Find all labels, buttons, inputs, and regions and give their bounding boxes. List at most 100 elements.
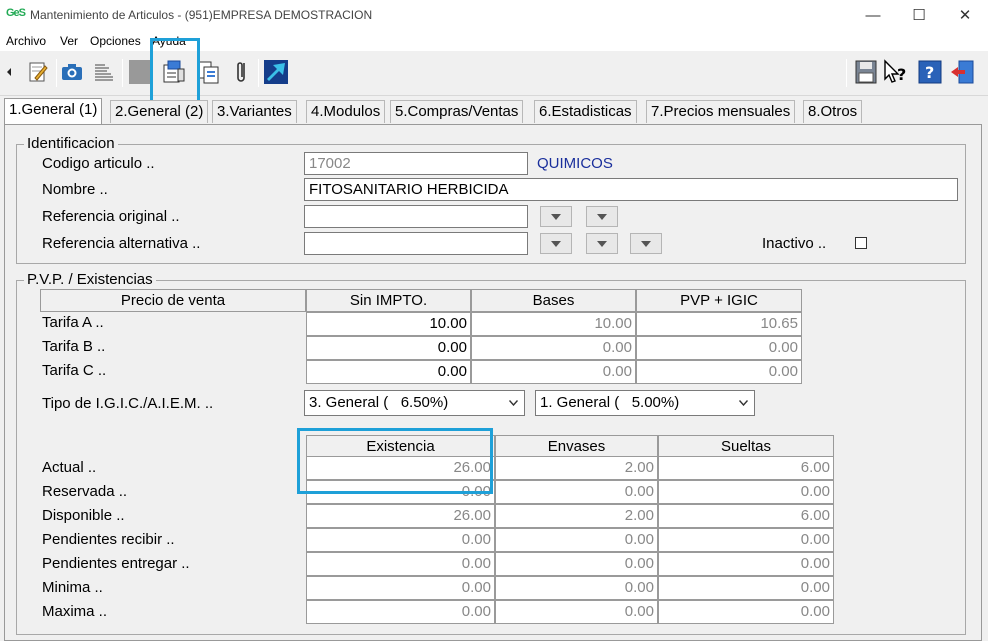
minima-sueltas[interactable]: 0.00 (658, 576, 834, 600)
tarifa-b-pvp-igic[interactable]: 0.00 (636, 336, 802, 360)
minima-envases[interactable]: 0.00 (495, 576, 658, 600)
tab-estadisticas[interactable]: 6.Estadisticas (534, 100, 637, 123)
back-arrow-icon[interactable] (2, 57, 16, 87)
tarifa-a-pvp-igic[interactable]: 10.65 (636, 312, 802, 336)
title-bar: GeS Mantenimiento de Articulos - (951)EM… (0, 0, 988, 31)
pendientes-entregar-label: Pendientes entregar .. (42, 555, 190, 572)
codigo-field[interactable]: 17002 (304, 152, 528, 175)
ref-alternativa-field[interactable] (304, 232, 528, 255)
ref-alternativa-label: Referencia alternativa .. (42, 235, 201, 252)
reservada-label: Reservada .. (42, 483, 128, 500)
pendientes-entregar-envases: 0.00 (495, 552, 658, 576)
familia-label: QUIMICOS (537, 155, 613, 172)
minimize-button[interactable]: — (850, 0, 896, 31)
tarifa-b-sin-impto[interactable]: 0.00 (306, 336, 471, 360)
camera-icon[interactable] (58, 57, 86, 87)
maxima-envases[interactable]: 0.00 (495, 600, 658, 624)
help-icon[interactable]: ? (916, 57, 944, 87)
ref-alternativa-dropdown-2[interactable] (586, 233, 618, 254)
menu-archivo[interactable]: Archivo (6, 34, 46, 48)
tab-modulos[interactable]: 4.Modulos (306, 100, 386, 123)
tab-otros[interactable]: 8.Otros (803, 100, 863, 123)
menu-opciones[interactable]: Opciones (90, 34, 141, 48)
menu-bar: Archivo Ver Opciones Ayuda (0, 31, 988, 51)
header-envases: Envases (495, 435, 658, 458)
actual-envases: 2.00 (495, 456, 658, 480)
tarifa-a-label: Tarifa A .. (42, 314, 104, 331)
window-title: Mantenimiento de Articulos - (951)EMPRES… (30, 8, 373, 22)
actual-label: Actual .. (42, 459, 97, 476)
chevron-down-icon (597, 213, 607, 220)
tab-variantes[interactable]: 3.Variantes (212, 100, 297, 123)
tipo-aiem-value: 1. General ( 5.00%) (540, 394, 680, 411)
tarifa-a-sin-impto[interactable]: 10.00 (306, 312, 471, 336)
pendientes-recibir-sueltas: 0.00 (658, 528, 834, 552)
chevron-down-icon (597, 240, 607, 247)
menu-ver[interactable]: Ver (60, 34, 78, 48)
header-pvp-igic: PVP + IGIC (636, 289, 802, 312)
nombre-field[interactable]: FITOSANITARIO HERBICIDA (304, 178, 958, 201)
svg-text:?: ? (897, 65, 906, 84)
chevron-down-icon (641, 240, 651, 247)
ref-alternativa-dropdown-1[interactable] (540, 233, 572, 254)
chart-icon[interactable] (262, 57, 290, 87)
tarifa-a-bases: 10.00 (471, 312, 636, 336)
list-icon[interactable] (90, 57, 118, 87)
identificacion-title: Identificacion (24, 135, 118, 152)
tarifa-c-sin-impto[interactable]: 0.00 (306, 360, 471, 384)
tab-compras-ventas[interactable]: 5.Compras/Ventas (390, 100, 524, 123)
pendientes-recibir-envases: 0.00 (495, 528, 658, 552)
ref-original-dropdown-2[interactable] (586, 206, 618, 227)
toolbar: ? ? (0, 51, 988, 96)
maxima-sueltas[interactable]: 0.00 (658, 600, 834, 624)
tab-bar: 1.General (1) 2.General (2) 3.Variantes … (0, 98, 988, 124)
pendientes-entregar-existencia: 0.00 (306, 552, 495, 576)
reservada-envases: 0.00 (495, 480, 658, 504)
header-precio-venta: Precio de venta (40, 289, 306, 312)
actual-sueltas: 6.00 (658, 456, 834, 480)
header-sueltas: Sueltas (658, 435, 834, 458)
toolbar-highlight-box (150, 38, 200, 104)
header-sin-impto: Sin IMPTO. (306, 289, 471, 312)
exit-door-icon[interactable] (948, 57, 976, 87)
inactivo-checkbox[interactable] (855, 237, 867, 249)
tab-precios-mensuales[interactable]: 7.Precios mensuales (646, 100, 796, 123)
tarifa-c-pvp-igic[interactable]: 0.00 (636, 360, 802, 384)
tab-general-1[interactable]: 1.General (1) (4, 98, 103, 124)
pendientes-recibir-existencia: 0.00 (306, 528, 495, 552)
toolbar-separator (56, 59, 57, 87)
whats-this-help-icon[interactable]: ? (882, 57, 910, 87)
chevron-down-icon (509, 400, 518, 406)
tarifa-b-bases: 0.00 (471, 336, 636, 360)
maximize-button[interactable]: ☐ (896, 0, 942, 31)
ref-original-field[interactable] (304, 205, 528, 228)
disponible-sueltas: 6.00 (658, 504, 834, 528)
paperclip-icon[interactable] (228, 57, 256, 87)
tarifa-c-bases: 0.00 (471, 360, 636, 384)
chevron-down-icon (551, 240, 561, 247)
pvp-title: P.V.P. / Existencias (24, 271, 156, 288)
minima-label: Minima .. (42, 579, 103, 596)
disponible-existencia: 26.00 (306, 504, 495, 528)
ref-original-label: Referencia original .. (42, 208, 180, 225)
tipo-igic-value: 3. General ( 6.50%) (309, 394, 449, 411)
tipo-aiem-select[interactable]: 1. General ( 5.00%) (535, 390, 755, 416)
toolbar-separator (846, 59, 847, 87)
chevron-down-icon (551, 213, 561, 220)
pendientes-entregar-sueltas: 0.00 (658, 552, 834, 576)
close-button[interactable]: ✕ (942, 0, 988, 31)
disponible-envases: 2.00 (495, 504, 658, 528)
tarifa-c-label: Tarifa C .. (42, 362, 107, 379)
tipo-igic-select[interactable]: 3. General ( 6.50%) (304, 390, 525, 416)
svg-text:?: ? (925, 63, 934, 82)
existencia-highlight-box (297, 428, 493, 494)
save-icon[interactable] (852, 57, 880, 87)
inactivo-label: Inactivo .. (762, 235, 827, 252)
maxima-existencia[interactable]: 0.00 (306, 600, 495, 624)
ref-alternativa-dropdown-3[interactable] (630, 233, 662, 254)
header-bases: Bases (471, 289, 636, 312)
edit-note-icon[interactable] (24, 57, 52, 87)
minima-existencia[interactable]: 0.00 (306, 576, 495, 600)
tab-general-2[interactable]: 2.General (2) (110, 100, 209, 123)
ref-original-dropdown-1[interactable] (540, 206, 572, 227)
